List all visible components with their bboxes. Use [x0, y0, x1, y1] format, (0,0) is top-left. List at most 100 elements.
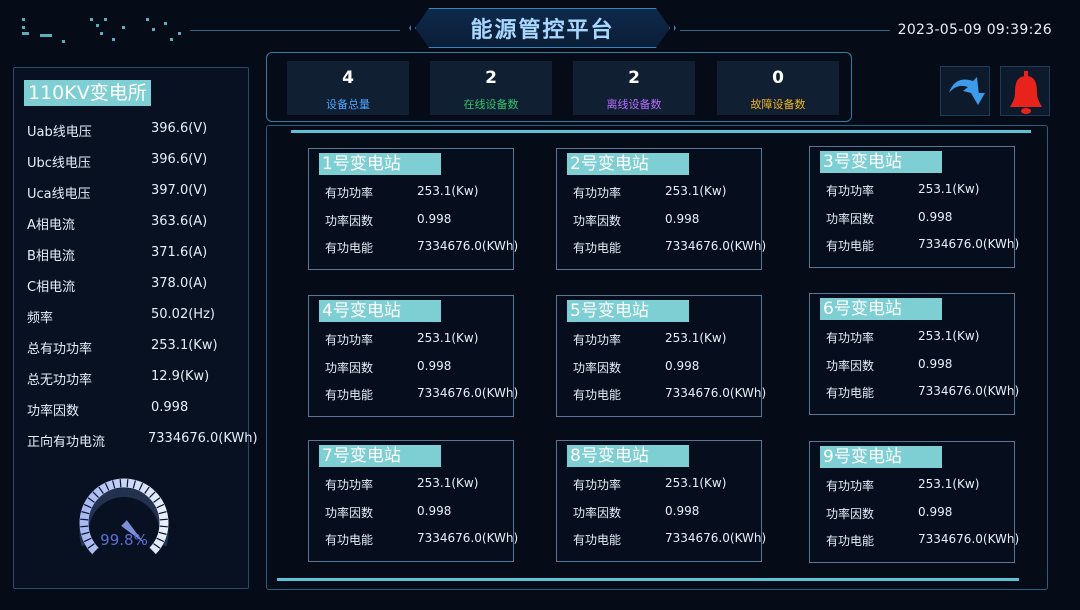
alarm-button[interactable]	[1000, 66, 1050, 116]
card-field-name: 有功功率	[325, 478, 374, 492]
param-value: 397.0(V)	[151, 183, 208, 198]
substation-card-4[interactable]: 4号变电站 有功功率 253.1(Kw) 功率因数 0.998 有功电能 733467…	[308, 295, 518, 417]
card-field-name: 有功功率	[573, 478, 622, 492]
param-row: Uab线电压 396.6(V)	[27, 121, 247, 141]
card-field-name: 有功功率	[573, 333, 622, 347]
substation-name: 110KV变电所	[24, 80, 151, 106]
card-field-value: 0.998	[417, 212, 452, 226]
substation-card-3[interactable]: 3号变电站 有功功率 253.1(Kw) 功率因数 0.998 有功电能 733467…	[809, 146, 1019, 268]
card-field-name: 功率因数	[325, 214, 374, 228]
card-row: 有功功率 253.1(Kw)	[573, 331, 763, 349]
frame-bar-bottom	[277, 578, 1019, 581]
card-field-value: 7334676.0(KWh)	[417, 239, 519, 253]
current-datetime: 2023-05-09 09:39:26	[897, 22, 1052, 38]
card-field-value: 253.1(Kw)	[417, 184, 479, 198]
param-row: 总有功功率 253.1(Kw)	[27, 338, 247, 358]
card-field-value: 253.1(Kw)	[665, 331, 727, 345]
param-value: 12.9(Kw)	[151, 369, 210, 384]
gauge-tick	[126, 479, 129, 488]
gauge-tick	[80, 518, 89, 521]
param-name: Uca线电压	[27, 187, 91, 202]
card-field-value: 253.1(Kw)	[665, 184, 727, 198]
card-field-name: 有功电能	[573, 388, 622, 402]
substation-card-9[interactable]: 9号变电站 有功功率 253.1(Kw) 功率因数 0.998 有功电能 733467…	[809, 441, 1019, 563]
stat-label: 在线设备数	[463, 98, 519, 111]
substation-summary-panel: 110KV变电所 Uab线电压 396.6(V) Ubc线电压 396.6(V) U…	[13, 67, 258, 589]
card-row: 功率因数 0.998	[325, 504, 515, 522]
card-title: 6号变电站	[820, 298, 942, 320]
param-name: B相电流	[27, 249, 75, 264]
page-title: 能源管控平台	[470, 18, 615, 43]
gauge-tick	[159, 525, 168, 528]
card-field-value: 7334676.0(KWh)	[665, 531, 767, 545]
param-name: 功率因数	[27, 404, 80, 419]
card-field-name: 有功功率	[325, 333, 374, 347]
card-field-value: 253.1(Kw)	[918, 182, 980, 196]
card-title: 9号变电站	[820, 446, 942, 468]
gauge-dial	[79, 478, 169, 555]
card-field-name: 功率因数	[573, 506, 622, 520]
card-row: 有功电能 7334676.0(KWh)	[573, 386, 766, 404]
card-row: 功率因数 0.998	[325, 212, 515, 230]
param-row: 正向有功电流 7334676.0(KWh)	[27, 431, 258, 451]
param-value: 371.6(A)	[151, 245, 208, 260]
param-name: Ubc线电压	[27, 156, 91, 171]
param-row: B相电流 371.6(A)	[27, 245, 247, 265]
param-name: Uab线电压	[27, 125, 92, 140]
card-field-name: 有功电能	[573, 533, 622, 547]
card-row: 功率因数 0.998	[573, 359, 763, 377]
card-field-value: 7334676.0(KWh)	[918, 384, 1020, 398]
card-field-value: 0.998	[665, 359, 700, 373]
param-name: A相电流	[27, 218, 75, 233]
card-title: 5号变电站	[567, 300, 689, 322]
card-title: 8号变电站	[567, 445, 689, 467]
param-value: 253.1(Kw)	[151, 338, 218, 353]
stat-value: 2	[628, 68, 640, 88]
card-row: 功率因数 0.998	[573, 504, 763, 522]
card-field-name: 功率因数	[573, 214, 622, 228]
card-field-value: 253.1(Kw)	[417, 476, 479, 490]
card-field-name: 有功电能	[573, 241, 622, 255]
substation-card-8[interactable]: 8号变电站 有功功率 253.1(Kw) 功率因数 0.998 有功电能 733467…	[556, 440, 766, 562]
param-value: 7334676.0(KWh)	[148, 431, 258, 446]
substation-card-1[interactable]: 1号变电站 有功功率 253.1(Kw) 功率因数 0.998 有功电能 733467…	[308, 148, 519, 270]
stat-online-devices: 2 在线设备数	[430, 61, 552, 115]
param-row: 频率 50.02(Hz)	[27, 307, 247, 327]
param-name: 总无功功率	[27, 373, 93, 388]
card-field-name: 有功功率	[826, 479, 875, 493]
card-field-name: 功率因数	[573, 361, 622, 375]
stat-label: 离线设备数	[606, 98, 662, 111]
card-field-name: 有功电能	[826, 386, 875, 400]
card-row: 有功电能 7334676.0(KWh)	[826, 384, 1020, 402]
substation-card-5[interactable]: 5号变电站 有功功率 253.1(Kw) 功率因数 0.998 有功电能 733467…	[556, 295, 766, 417]
stat-value: 2	[485, 68, 497, 88]
param-row: Ubc线电压 396.6(V)	[27, 152, 247, 172]
card-row: 有功电能 7334676.0(KWh)	[826, 532, 1019, 550]
card-field-value: 253.1(Kw)	[417, 331, 479, 345]
substation-card-6[interactable]: 6号变电站 有功功率 253.1(Kw) 功率因数 0.998 有功电能 733467…	[809, 293, 1020, 415]
card-row: 功率因数 0.998	[325, 359, 515, 377]
card-field-name: 功率因数	[826, 359, 875, 373]
card-row: 有功电能 7334676.0(KWh)	[325, 239, 519, 257]
substation-card-2[interactable]: 2号变电站 有功功率 253.1(Kw) 功率因数 0.998 有功电能 733467…	[556, 148, 766, 270]
card-row: 功率因数 0.998	[826, 505, 1016, 523]
title-box: 能源管控平台	[415, 8, 670, 48]
refresh-button[interactable]	[940, 66, 990, 116]
card-row: 有功功率 253.1(Kw)	[573, 476, 763, 494]
gauge-tick	[159, 518, 168, 521]
substation-card-7[interactable]: 7号变电站 有功功率 253.1(Kw) 功率因数 0.998 有功电能 733467…	[308, 440, 518, 562]
card-row: 功率因数 0.998	[826, 357, 1016, 375]
card-field-value: 0.998	[665, 504, 700, 518]
card-field-name: 有功功率	[826, 331, 875, 345]
param-name: 总有功功率	[27, 342, 93, 357]
param-value: 378.0(A)	[151, 276, 208, 291]
card-title: 7号变电站	[319, 445, 441, 467]
card-field-name: 功率因数	[325, 506, 374, 520]
card-field-name: 有功电能	[826, 239, 875, 253]
card-row: 有功功率 253.1(Kw)	[325, 184, 515, 202]
card-field-value: 253.1(Kw)	[918, 329, 980, 343]
card-row: 有功电能 7334676.0(KWh)	[573, 239, 766, 257]
param-row: A相电流 363.6(A)	[27, 214, 247, 234]
card-row: 有功电能 7334676.0(KWh)	[325, 531, 518, 549]
redo-arrow-icon	[949, 77, 985, 105]
